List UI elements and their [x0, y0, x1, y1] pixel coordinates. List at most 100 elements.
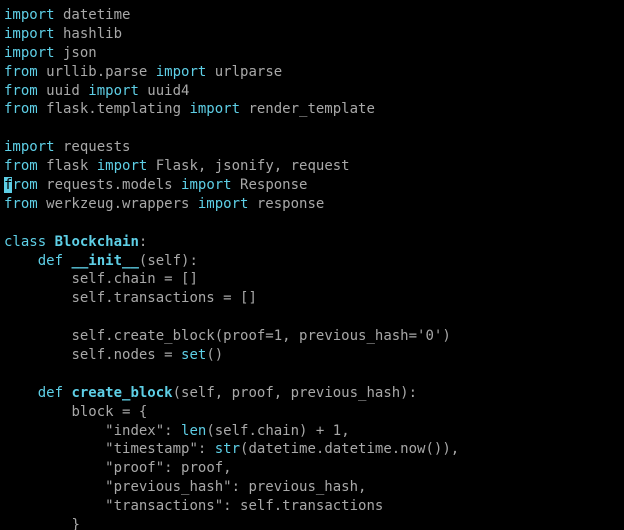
indent — [4, 517, 71, 530]
code-text — [46, 234, 54, 250]
code-text: requests.models — [38, 177, 181, 193]
keyword: import — [4, 139, 55, 155]
string-key: "transactions" — [105, 498, 223, 514]
code-text: , previous_hash= — [282, 328, 417, 344]
keyword: def — [38, 253, 63, 269]
keyword: from — [4, 83, 38, 99]
keyword: class — [4, 234, 46, 250]
code-text: json — [55, 45, 97, 61]
code-editor[interactable]: import datetime import hashlib import js… — [0, 0, 624, 530]
string-key: "timestamp" — [105, 441, 198, 457]
code-text: hashlib — [55, 26, 122, 42]
code-line: "timestamp": str(datetime.datetime.now()… — [4, 441, 459, 457]
code-text: (self): — [139, 253, 198, 269]
string-key: "index" — [105, 423, 164, 439]
code-line: block = { — [4, 404, 147, 420]
keyword: import — [181, 177, 232, 193]
code-line — [4, 215, 12, 231]
code-line: "transactions": self.transactions — [4, 498, 383, 514]
keyword: from — [4, 101, 38, 117]
indent — [4, 385, 38, 401]
code-text: urllib.parse — [38, 64, 156, 80]
code-text: self.nodes = — [71, 347, 181, 363]
keyword: import — [4, 45, 55, 61]
code-line — [4, 120, 12, 136]
code-text: requests — [55, 139, 131, 155]
function-name: create_block — [71, 385, 172, 401]
keyword: import — [198, 196, 249, 212]
code-line: from flask import Flask, jsonify, reques… — [4, 158, 350, 174]
blank-line — [4, 309, 12, 325]
number: 1 — [333, 423, 341, 439]
code-line: from flask.templating import render_temp… — [4, 101, 375, 117]
code-text: uuid4 — [139, 83, 190, 99]
indent — [4, 328, 71, 344]
code-line — [4, 366, 12, 382]
code-line: from uuid import uuid4 — [4, 83, 189, 99]
keyword: def — [38, 385, 63, 401]
function-name: __init__ — [71, 253, 138, 269]
keyword: import — [156, 64, 207, 80]
code-line: "previous_hash": previous_hash, — [4, 479, 366, 495]
code-line: import json — [4, 45, 97, 61]
code-line: "index": len(self.chain) + 1, — [4, 423, 350, 439]
blank-line — [4, 120, 12, 136]
keyword: import — [4, 26, 55, 42]
code-text: datetime — [55, 7, 131, 23]
code-line: class Blockchain: — [4, 234, 147, 250]
code-text: (datetime.datetime.now()), — [240, 441, 459, 457]
code-line — [4, 309, 12, 325]
keyword: from — [4, 158, 38, 174]
code-text: : — [139, 234, 147, 250]
builtin: len — [181, 423, 206, 439]
indent — [4, 290, 71, 306]
code-text: : self.transactions — [223, 498, 383, 514]
indent — [4, 498, 105, 514]
code-line: import requests — [4, 139, 130, 155]
number: 1 — [274, 328, 282, 344]
code-text: : previous_hash, — [232, 479, 367, 495]
code-text: : — [198, 441, 215, 457]
indent — [4, 441, 105, 457]
keyword: import — [4, 7, 55, 23]
blank-line — [4, 215, 12, 231]
code-line: import hashlib — [4, 26, 122, 42]
keyword: import — [97, 158, 148, 174]
builtin: str — [215, 441, 240, 457]
string: '0' — [417, 328, 442, 344]
code-text: , — [341, 423, 349, 439]
code-text: self.create_block(proof= — [71, 328, 273, 344]
code-text: self.transactions = [] — [71, 290, 256, 306]
keyword: from — [4, 196, 38, 212]
code-text: () — [206, 347, 223, 363]
code-text: response — [248, 196, 324, 212]
code-text: flask — [38, 158, 97, 174]
code-text: block = { — [71, 404, 147, 420]
string-key: "proof" — [105, 460, 164, 476]
code-text: self.chain = [] — [71, 271, 197, 287]
indent — [4, 479, 105, 495]
code-line: from requests.models import Response — [4, 177, 307, 193]
code-line: "proof": proof, — [4, 460, 232, 476]
code-text: flask.templating — [38, 101, 190, 117]
keyword: import — [189, 101, 240, 117]
keyword: import — [88, 83, 139, 99]
code-line: def __init__(self): — [4, 253, 198, 269]
indent — [4, 271, 71, 287]
indent — [4, 423, 105, 439]
builtin: set — [181, 347, 206, 363]
code-text: : proof, — [164, 460, 231, 476]
code-text: werkzeug.wrappers — [38, 196, 198, 212]
code-line: self.create_block(proof=1, previous_hash… — [4, 328, 451, 344]
keyword: from — [4, 64, 38, 80]
code-line: import datetime — [4, 7, 130, 23]
indent — [4, 253, 38, 269]
string-key: "previous_hash" — [105, 479, 231, 495]
code-line: from werkzeug.wrappers import response — [4, 196, 324, 212]
class-name: Blockchain — [55, 234, 139, 250]
code-text: Response — [232, 177, 308, 193]
code-text: Flask, jsonify, request — [147, 158, 349, 174]
code-text: urlparse — [206, 64, 282, 80]
code-line: self.nodes = set() — [4, 347, 223, 363]
code-line: from urllib.parse import urlparse — [4, 64, 282, 80]
